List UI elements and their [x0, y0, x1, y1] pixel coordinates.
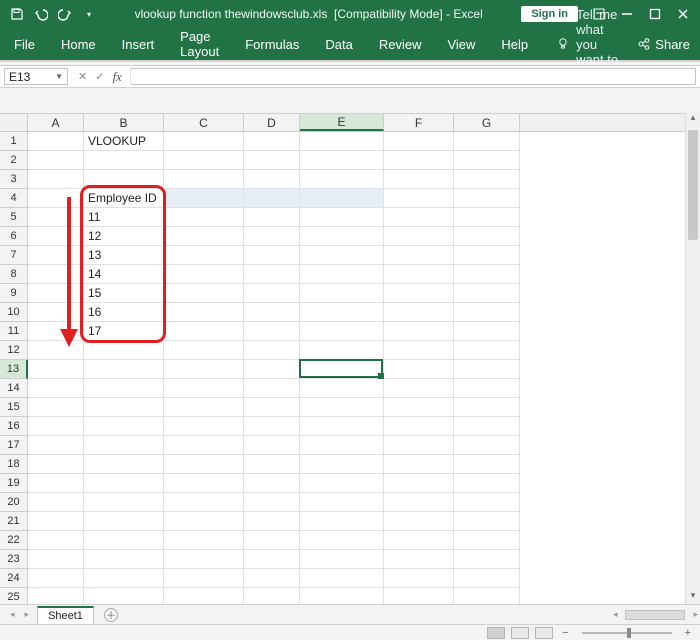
sheet-tab-strip: ◂ ▸ Sheet1 ＋ ◂ ▸: [0, 604, 700, 624]
row-header-6[interactable]: 6: [0, 227, 28, 246]
ribbon-collapsed-area: [0, 88, 700, 114]
row-headers-col: 1234567891011121314151617181920212223242…: [0, 132, 28, 608]
cancel-formula-icon[interactable]: ✕: [78, 70, 87, 83]
row-header-16[interactable]: 16: [0, 417, 28, 436]
row-header-8[interactable]: 8: [0, 265, 28, 284]
maximize-icon[interactable]: [648, 7, 662, 21]
spreadsheet-grid[interactable]: ABCDEFG 12345678910111213141516171819202…: [0, 114, 700, 608]
view-normal-button[interactable]: [487, 627, 505, 639]
scroll-down-icon[interactable]: ▾: [686, 590, 700, 604]
tab-data[interactable]: Data: [321, 31, 356, 58]
column-header-F[interactable]: F: [384, 114, 454, 131]
column-header-E[interactable]: E: [300, 114, 384, 131]
view-page-break-button[interactable]: [535, 627, 553, 639]
accept-formula-icon[interactable]: ✓: [95, 70, 104, 83]
tell-me-text: Tell me what you want to do: [576, 7, 619, 82]
ribbon-tabs: File Home Insert Page Layout Formulas Da…: [0, 28, 700, 60]
column-header-G[interactable]: G: [454, 114, 520, 131]
column-header-B[interactable]: B: [84, 114, 164, 131]
row-header-10[interactable]: 10: [0, 303, 28, 322]
cell-B11[interactable]: 17: [84, 322, 164, 341]
window-title: vlookup function thewindowsclub.xls [Com…: [102, 7, 515, 21]
fx-icon[interactable]: fx: [112, 69, 121, 85]
minimize-icon[interactable]: [620, 7, 634, 21]
tell-me-search[interactable]: Tell me what you want to do: [556, 7, 619, 82]
horizontal-scrollbar[interactable]: [625, 610, 685, 620]
row-header-14[interactable]: 14: [0, 379, 28, 398]
row-header-24[interactable]: 24: [0, 569, 28, 588]
sheet-nav-next-icon[interactable]: ▸: [23, 609, 32, 620]
row-header-7[interactable]: 7: [0, 246, 28, 265]
column-headers-row: ABCDEFG: [0, 114, 700, 132]
name-box-value: E13: [9, 70, 30, 84]
row-header-15[interactable]: 15: [0, 398, 28, 417]
scroll-up-icon[interactable]: ▴: [686, 112, 700, 126]
tab-help[interactable]: Help: [497, 31, 532, 58]
undo-icon[interactable]: [34, 7, 48, 21]
sheet-tab-sheet1[interactable]: Sheet1: [37, 606, 94, 624]
share-icon: [637, 37, 651, 51]
cell-B8[interactable]: 14: [84, 265, 164, 284]
zoom-out-button[interactable]: −: [559, 627, 571, 639]
row-header-3[interactable]: 3: [0, 170, 28, 189]
share-button[interactable]: Share: [637, 37, 690, 52]
zoom-in-button[interactable]: +: [682, 627, 694, 639]
hscroll-right-icon[interactable]: ▸: [691, 609, 700, 620]
save-icon[interactable]: [10, 7, 24, 21]
row-header-11[interactable]: 11: [0, 322, 28, 341]
row-header-20[interactable]: 20: [0, 493, 28, 512]
row-header-9[interactable]: 9: [0, 284, 28, 303]
scrollbar-thumb[interactable]: [688, 130, 698, 240]
close-icon[interactable]: [676, 7, 690, 21]
sheet-nav-prev-icon[interactable]: ◂: [8, 609, 17, 620]
column-header-A[interactable]: A: [28, 114, 84, 131]
row-header-18[interactable]: 18: [0, 455, 28, 474]
name-box-dropdown-icon[interactable]: ▼: [55, 72, 63, 81]
zoom-slider[interactable]: [582, 632, 672, 634]
select-all-corner[interactable]: [0, 114, 28, 131]
cell-B6[interactable]: 12: [84, 227, 164, 246]
formula-controls: ✕ ✓ fx: [70, 68, 131, 85]
column-header-C[interactable]: C: [164, 114, 244, 131]
tab-view[interactable]: View: [443, 31, 479, 58]
name-box[interactable]: E13 ▼: [4, 68, 68, 85]
cell-B9[interactable]: 15: [84, 284, 164, 303]
vertical-scrollbar[interactable]: ▴ ▾: [685, 112, 700, 604]
lightbulb-icon: [556, 37, 570, 51]
row-header-1[interactable]: 1: [0, 132, 28, 151]
row-header-5[interactable]: 5: [0, 208, 28, 227]
status-bar: − +: [0, 624, 700, 640]
redo-icon[interactable]: [58, 7, 72, 21]
share-label: Share: [655, 37, 690, 52]
hscroll-left-icon[interactable]: ◂: [611, 609, 620, 620]
cell-B1[interactable]: VLOOKUP: [84, 132, 164, 151]
row-header-22[interactable]: 22: [0, 531, 28, 550]
tab-review[interactable]: Review: [375, 31, 426, 58]
column-header-D[interactable]: D: [244, 114, 300, 131]
cell-B5[interactable]: 11: [84, 208, 164, 227]
cell-B7[interactable]: 13: [84, 246, 164, 265]
row-header-12[interactable]: 12: [0, 341, 28, 360]
add-sheet-button[interactable]: ＋: [104, 608, 118, 622]
row-header-19[interactable]: 19: [0, 474, 28, 493]
cell-B10[interactable]: 16: [84, 303, 164, 322]
row-header-17[interactable]: 17: [0, 436, 28, 455]
qat-more-icon[interactable]: ▾: [82, 7, 96, 21]
tab-insert[interactable]: Insert: [118, 31, 159, 58]
cell-area[interactable]: VLOOKUP Employee ID11121314151617: [28, 132, 700, 608]
row-header-21[interactable]: 21: [0, 512, 28, 531]
view-page-layout-button[interactable]: [511, 627, 529, 639]
row-header-13[interactable]: 13: [0, 360, 28, 379]
quick-access-toolbar: ▾: [4, 7, 96, 21]
tab-file[interactable]: File: [10, 31, 39, 58]
tab-formulas[interactable]: Formulas: [241, 31, 303, 58]
row-header-23[interactable]: 23: [0, 550, 28, 569]
cell-B4[interactable]: Employee ID: [84, 189, 164, 208]
row-header-4[interactable]: 4: [0, 189, 28, 208]
tab-page-layout[interactable]: Page Layout: [176, 23, 223, 65]
tab-home[interactable]: Home: [57, 31, 100, 58]
row-header-2[interactable]: 2: [0, 151, 28, 170]
